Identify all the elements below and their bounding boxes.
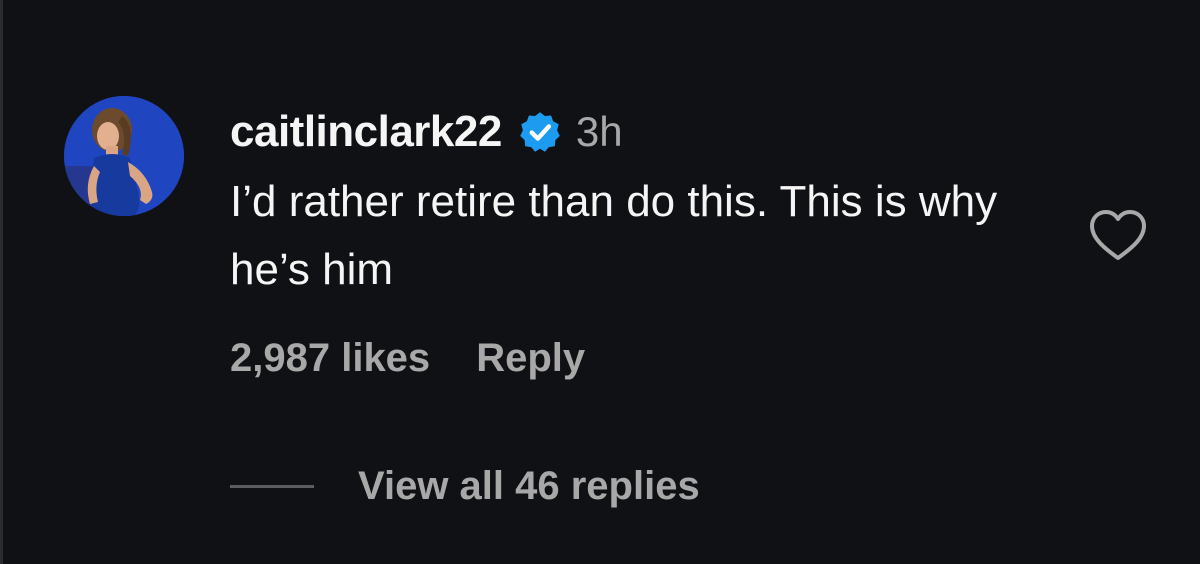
view-replies-button[interactable]: View all 46 replies [230,458,700,514]
replies-divider [230,484,314,488]
timestamp[interactable]: 3h [576,108,623,156]
like-button[interactable] [1086,208,1150,264]
comment-header: caitlinclark22 3h [230,104,623,160]
heart-outline-icon [1090,210,1146,260]
comment-actions: 2,987 likes Reply [230,330,585,386]
avatar-photo [64,96,184,216]
username-link[interactable]: caitlinclark22 [230,107,502,157]
verified-badge-icon [518,110,562,154]
comment: caitlinclark22 3h I’d rather retire than… [0,0,1200,564]
comment-text: I’d rather retire than do this. This is … [230,177,998,294]
reply-button[interactable]: Reply [476,336,585,381]
avatar[interactable] [64,96,184,216]
likes-count[interactable]: 2,987 likes [230,336,430,381]
view-replies-label: View all 46 replies [358,463,700,508]
